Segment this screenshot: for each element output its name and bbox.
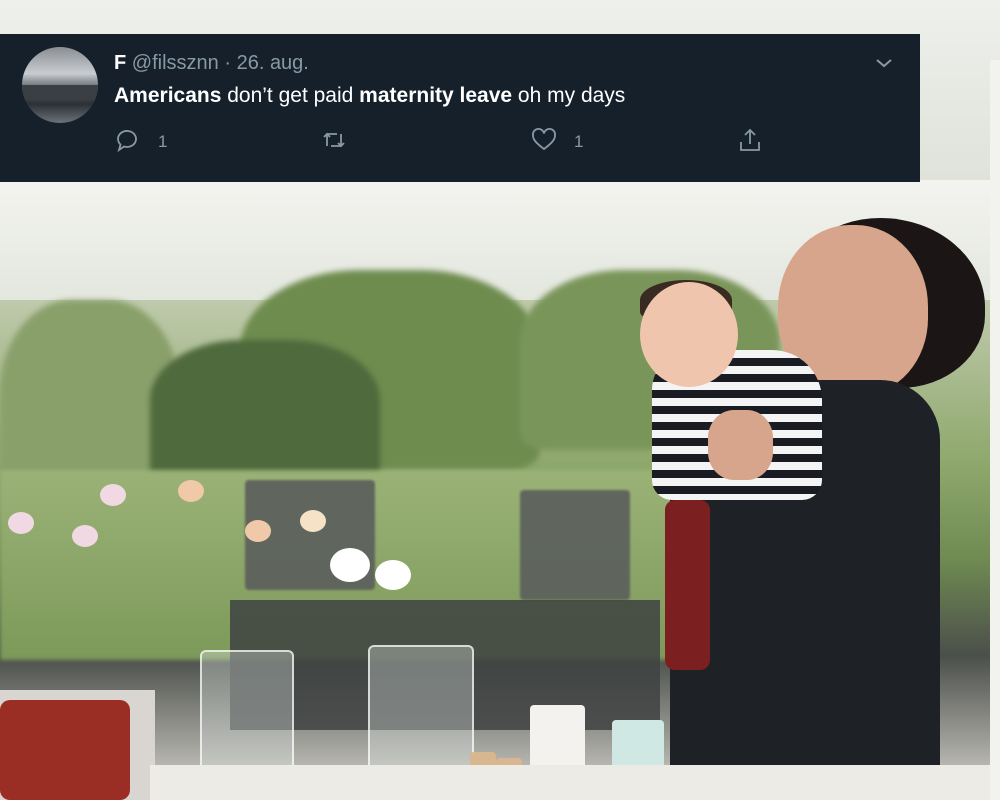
tweet-text-segment: maternity leave xyxy=(359,84,513,107)
speech-bubble-icon xyxy=(114,126,142,159)
retweet-arrows-icon xyxy=(320,126,348,159)
user-handle[interactable]: @filssznn xyxy=(132,52,219,74)
tweet-text: Americans don’t get paid maternity leave… xyxy=(114,83,625,109)
avatar[interactable] xyxy=(22,47,98,123)
chevron-down-icon[interactable] xyxy=(872,51,896,75)
heart-icon xyxy=(530,126,558,159)
share-upload-icon xyxy=(736,126,764,159)
tweet-date[interactable]: 26. aug. xyxy=(237,52,309,74)
tweet-actions: 1 1 xyxy=(114,125,774,161)
share-button[interactable] xyxy=(736,125,764,159)
tweet-text-segment: Americans xyxy=(114,84,222,107)
tweet-header: F @filssznn · 26. aug. xyxy=(114,51,309,75)
like-button[interactable]: 1 xyxy=(530,125,583,159)
tweet-text-segment: don’t get paid xyxy=(221,84,360,107)
separator-dot: · xyxy=(224,52,232,74)
retweet-button[interactable] xyxy=(320,125,364,159)
display-name[interactable]: F xyxy=(114,52,126,74)
reply-count: 1 xyxy=(158,132,168,151)
reply-button[interactable]: 1 xyxy=(114,125,167,159)
tweet-card: F @filssznn · 26. aug. Americans don’t g… xyxy=(0,34,920,182)
like-count: 1 xyxy=(574,132,584,151)
tweet-text-segment: oh my days xyxy=(512,84,626,107)
